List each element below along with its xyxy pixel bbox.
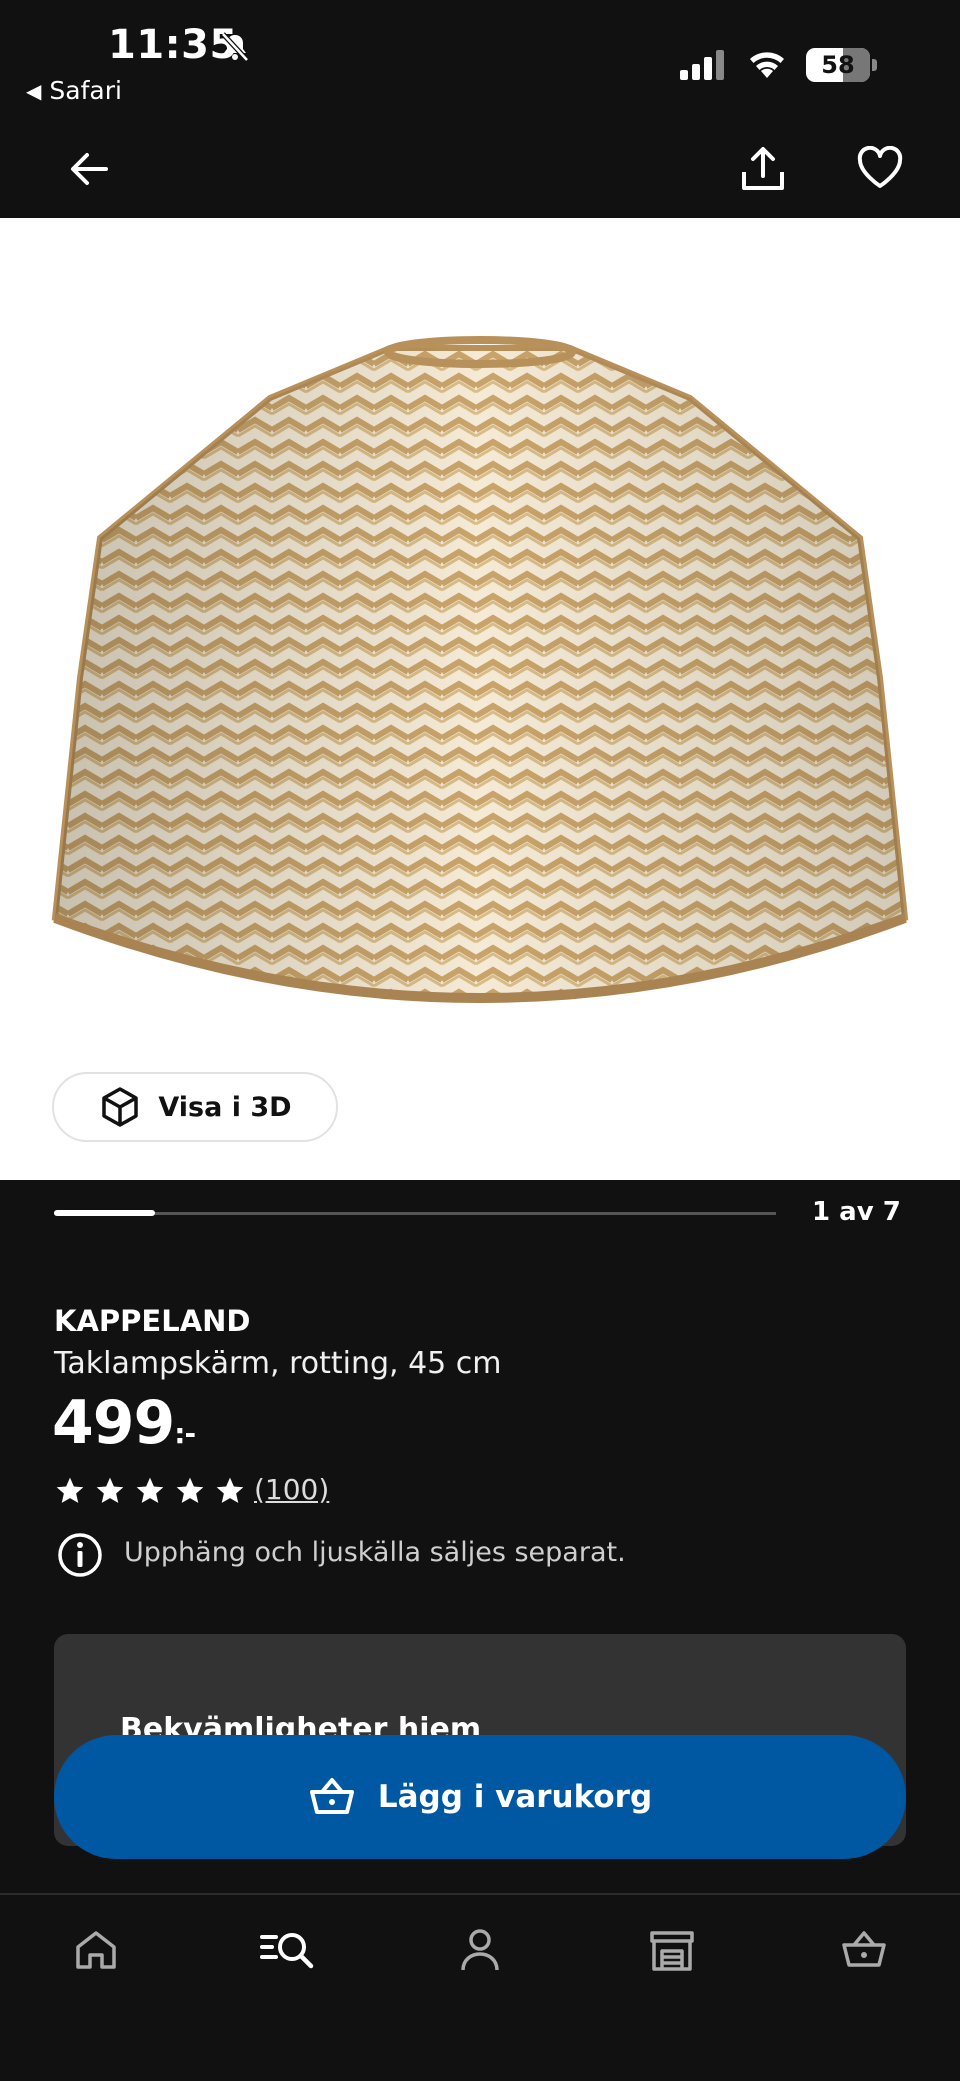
heart-icon[interactable] xyxy=(856,146,904,190)
nav-bar xyxy=(0,120,960,218)
add-to-cart-button[interactable]: Lägg i varukorg xyxy=(54,1735,906,1859)
product-price: 499:- xyxy=(52,1388,196,1458)
store-icon xyxy=(650,1931,694,1971)
arrow-left-icon[interactable] xyxy=(66,146,112,192)
share-icon[interactable] xyxy=(738,144,788,194)
tab-home[interactable] xyxy=(66,1920,126,1980)
battery-indicator: 58 xyxy=(806,48,870,82)
back-to-safari[interactable]: ◀ Safari xyxy=(26,76,122,105)
product-brand: KAPPELAND xyxy=(54,1304,251,1338)
lamp-shade-image xyxy=(51,336,909,1003)
star-icon xyxy=(56,1477,84,1503)
basket-icon xyxy=(309,1778,354,1814)
triangle-left-icon: ◀ xyxy=(26,78,42,103)
product-image[interactable] xyxy=(0,218,960,1180)
search-icon xyxy=(260,1933,314,1969)
price-suffix: :- xyxy=(174,1417,196,1450)
star-icon xyxy=(216,1477,244,1503)
gallery-position: 1 av 7 xyxy=(812,1197,901,1227)
view-3d-button[interactable]: Visa i 3D xyxy=(52,1072,338,1142)
tab-cart[interactable] xyxy=(834,1920,894,1980)
cellular-signal-icon xyxy=(680,50,724,80)
view-3d-label: Visa i 3D xyxy=(158,1091,292,1123)
person-icon xyxy=(461,1929,499,1971)
rating-stars[interactable] xyxy=(54,1475,246,1507)
price-value: 499 xyxy=(52,1388,175,1458)
bell-muted-icon xyxy=(221,32,249,62)
battery-level: 58 xyxy=(821,51,855,79)
review-count-link[interactable]: (100) xyxy=(254,1473,329,1506)
gallery-progress-fill xyxy=(54,1210,155,1216)
home-icon xyxy=(76,1931,116,1969)
tab-profile[interactable] xyxy=(450,1920,510,1980)
star-icon xyxy=(96,1477,124,1503)
tab-stores[interactable] xyxy=(642,1920,702,1980)
add-to-cart-label: Lägg i varukorg xyxy=(377,1779,653,1815)
battery-cap xyxy=(872,59,877,71)
tab-search[interactable] xyxy=(258,1920,318,1980)
gallery-progress-track xyxy=(54,1212,776,1215)
star-icon xyxy=(136,1477,164,1503)
product-note: Upphäng och ljuskälla säljes separat. xyxy=(124,1537,626,1568)
info-icon xyxy=(58,1533,102,1577)
cube-3d-icon xyxy=(102,1087,139,1127)
back-app-label: Safari xyxy=(49,76,122,105)
product-description: Taklampskärm, rotting, 45 cm xyxy=(54,1346,502,1381)
star-icon xyxy=(176,1477,204,1503)
basket-icon xyxy=(842,1931,886,1967)
wifi-icon xyxy=(750,52,784,78)
